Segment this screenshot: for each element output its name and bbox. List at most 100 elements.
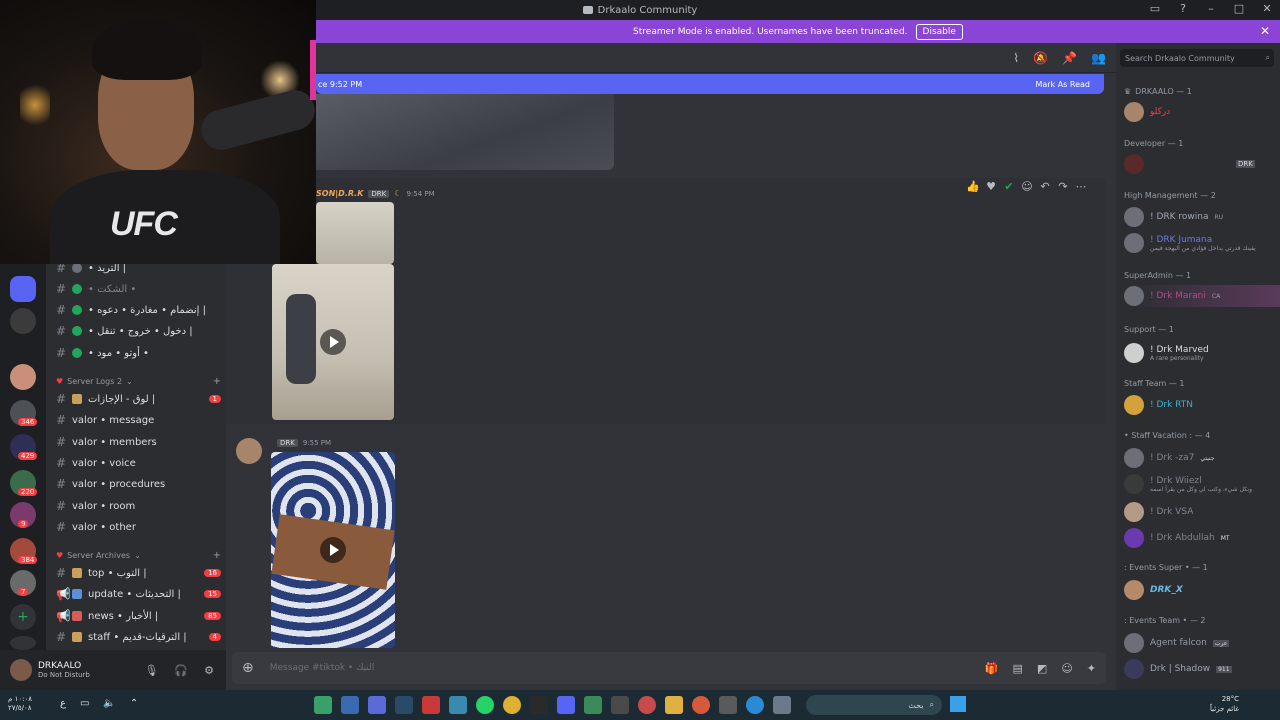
message-composer[interactable]: ⊕ Message #tiktok • التيك 🎁 ▤ ◩ ☺ ✦ (232, 652, 1106, 684)
threads-icon[interactable]: ⌇ (1013, 51, 1019, 65)
settings-icon[interactable]: ⚙ (204, 664, 214, 677)
add-reaction-icon[interactable]: ☺ (1020, 180, 1034, 194)
channel-item[interactable]: # • أوتو • مود • (56, 344, 221, 362)
headphones-icon[interactable]: 🎧 (174, 664, 188, 677)
folder-icon[interactable] (665, 696, 683, 714)
category-server-archives[interactable]: ♥ Server Archives ⌄ + (56, 548, 221, 562)
banner-close-icon[interactable]: ✕ (1260, 24, 1270, 38)
channel-item[interactable]: # • دخول • خروج • تنقل | (56, 322, 221, 340)
channel-item[interactable]: 📢 news • الأخبار | 85 (56, 607, 221, 625)
disable-button[interactable]: Disable (915, 23, 963, 40)
microphone-icon[interactable]: 🎙 (144, 664, 158, 677)
channel-item[interactable]: # valor • room (56, 497, 221, 515)
app-icon[interactable] (584, 696, 602, 714)
video-attachment-2[interactable] (271, 452, 395, 648)
app-icon[interactable] (611, 696, 629, 714)
server-icon[interactable] (10, 364, 36, 390)
steam-icon[interactable] (395, 696, 413, 714)
mark-as-read-button[interactable]: Mark As Read (1035, 80, 1104, 89)
app-icon[interactable] (692, 696, 710, 714)
message-input[interactable]: Message #tiktok • التيك (270, 663, 375, 673)
help-icon[interactable]: ? (1176, 2, 1190, 15)
add-server-icon[interactable]: + (10, 604, 36, 630)
add-attachment-icon[interactable]: ⊕ (242, 660, 254, 676)
heart-icon[interactable]: ♥ (984, 180, 998, 194)
app-icon[interactable] (638, 696, 656, 714)
emoji-icon[interactable]: ☺ (1061, 662, 1072, 675)
taskbar-clock[interactable]: ١٠:٠٨ م ٢٧/٥/٠٨ (8, 695, 32, 713)
new-messages-bar[interactable]: ce 9:52 PM Mark As Read (316, 74, 1104, 94)
member-item[interactable]: ! Drk -za7 جنيتي (1124, 447, 1274, 469)
author-name[interactable]: SON|D.R.K (316, 189, 363, 198)
weather-widget[interactable]: 28°C غائم جزئياً (1210, 694, 1239, 714)
app-icon[interactable] (449, 696, 467, 714)
message-image[interactable] (316, 94, 614, 170)
chevron-up-icon[interactable]: ⌃ (130, 698, 138, 709)
member-item[interactable]: ! DRK Jumana يقينك قدرتي بداخل فؤادي من ا… (1124, 230, 1274, 256)
search-input[interactable]: Search Drkaalo Community ⌕ (1120, 49, 1274, 67)
more-icon[interactable]: ⋯ (1074, 180, 1088, 194)
video-attachment-1[interactable] (272, 264, 394, 420)
avatar[interactable] (236, 438, 262, 464)
check-icon[interactable]: ✔ (1002, 180, 1016, 194)
channel-item[interactable]: # valor • members (56, 433, 221, 451)
avatar[interactable] (10, 659, 32, 681)
channel-item[interactable]: # valor • voice (56, 454, 221, 472)
app-icon[interactable] (314, 696, 332, 714)
channel-item[interactable]: # valor • other (56, 518, 221, 536)
minimize-button[interactable]: – (1204, 2, 1218, 15)
category-server-logs[interactable]: ♥ Server Logs 2 ⌄ + (56, 374, 221, 388)
video-preview-top[interactable] (316, 202, 394, 264)
server-icon[interactable] (10, 308, 36, 334)
mute-icon[interactable]: 🔕 (1033, 51, 1048, 65)
thumbs-up-icon[interactable]: 👍 (966, 180, 980, 194)
channel-item[interactable]: # • إنضمام • مغادرة • دعوه | (56, 301, 221, 319)
member-item[interactable]: ! Drk Marved A rare personality (1124, 340, 1274, 366)
member-item[interactable]: ! DRK rowina RU (1124, 206, 1274, 228)
channel-item[interactable]: # top • التوب | 16 (56, 564, 221, 582)
inbox-icon[interactable]: ▭ (1148, 2, 1162, 15)
windows-start-icon[interactable] (950, 696, 966, 712)
edge-icon[interactable] (746, 696, 764, 714)
forward-icon[interactable]: ↷ (1056, 180, 1070, 194)
add-channel-icon[interactable]: + (213, 550, 221, 561)
chrome-icon[interactable] (503, 696, 521, 714)
app-icon[interactable] (773, 696, 791, 714)
sticker-icon[interactable]: ◩ (1037, 662, 1047, 675)
maximize-button[interactable]: □ (1232, 2, 1246, 15)
app-icon[interactable] (341, 696, 359, 714)
member-item[interactable]: ! Drk Wiiezl وبكل شيء، وكتب لي وكل من يقر… (1124, 471, 1274, 497)
app-icon[interactable] (719, 696, 737, 714)
app-icon[interactable] (422, 696, 440, 714)
gift-icon[interactable]: 🎁 (985, 662, 999, 675)
channel-item[interactable]: # لوق - الإجازات | 1 (56, 390, 221, 408)
members-icon[interactable]: 👥 (1091, 51, 1106, 65)
add-channel-icon[interactable]: + (213, 376, 221, 387)
member-item[interactable]: Drk | Shadow 911 (1124, 658, 1274, 680)
channel-item[interactable]: # • الشكت • (56, 280, 221, 298)
taskbar-search[interactable]: بحث ⌕ (806, 695, 942, 715)
channel-item[interactable]: # valor • message (56, 411, 221, 429)
gif-icon[interactable]: ▤ (1013, 662, 1023, 675)
user-info[interactable]: DRKAALO Do Not Disturb (38, 661, 90, 679)
apps-icon[interactable]: ✦ (1087, 662, 1096, 675)
channel-item[interactable]: # valor • procedures (56, 475, 221, 493)
app-icon[interactable] (368, 696, 386, 714)
app-icon[interactable] (530, 696, 548, 714)
input-language[interactable]: ع (60, 698, 66, 709)
discover-icon[interactable] (10, 636, 36, 650)
close-button[interactable]: ✕ (1260, 2, 1274, 15)
member-item[interactable]: DRK (1124, 153, 1274, 175)
server-icon[interactable] (10, 276, 36, 302)
member-item[interactable]: ! Drk Abdullah MT (1124, 527, 1274, 549)
member-item[interactable]: ! Drk RTN (1124, 394, 1274, 416)
member-item[interactable]: دركلو (1124, 101, 1274, 123)
discord-icon[interactable] (557, 696, 575, 714)
channel-item[interactable]: # staff • الترقيات-قديم | 4 (56, 628, 221, 646)
member-item[interactable]: Agent falcon عرب (1124, 632, 1274, 654)
volume-icon[interactable]: 🔈 (103, 698, 115, 709)
play-icon[interactable] (320, 329, 346, 355)
reply-icon[interactable]: ↶ (1038, 180, 1052, 194)
member-item[interactable]: ! Drk VSA (1124, 501, 1274, 523)
member-item[interactable]: DRK_X (1124, 579, 1274, 601)
